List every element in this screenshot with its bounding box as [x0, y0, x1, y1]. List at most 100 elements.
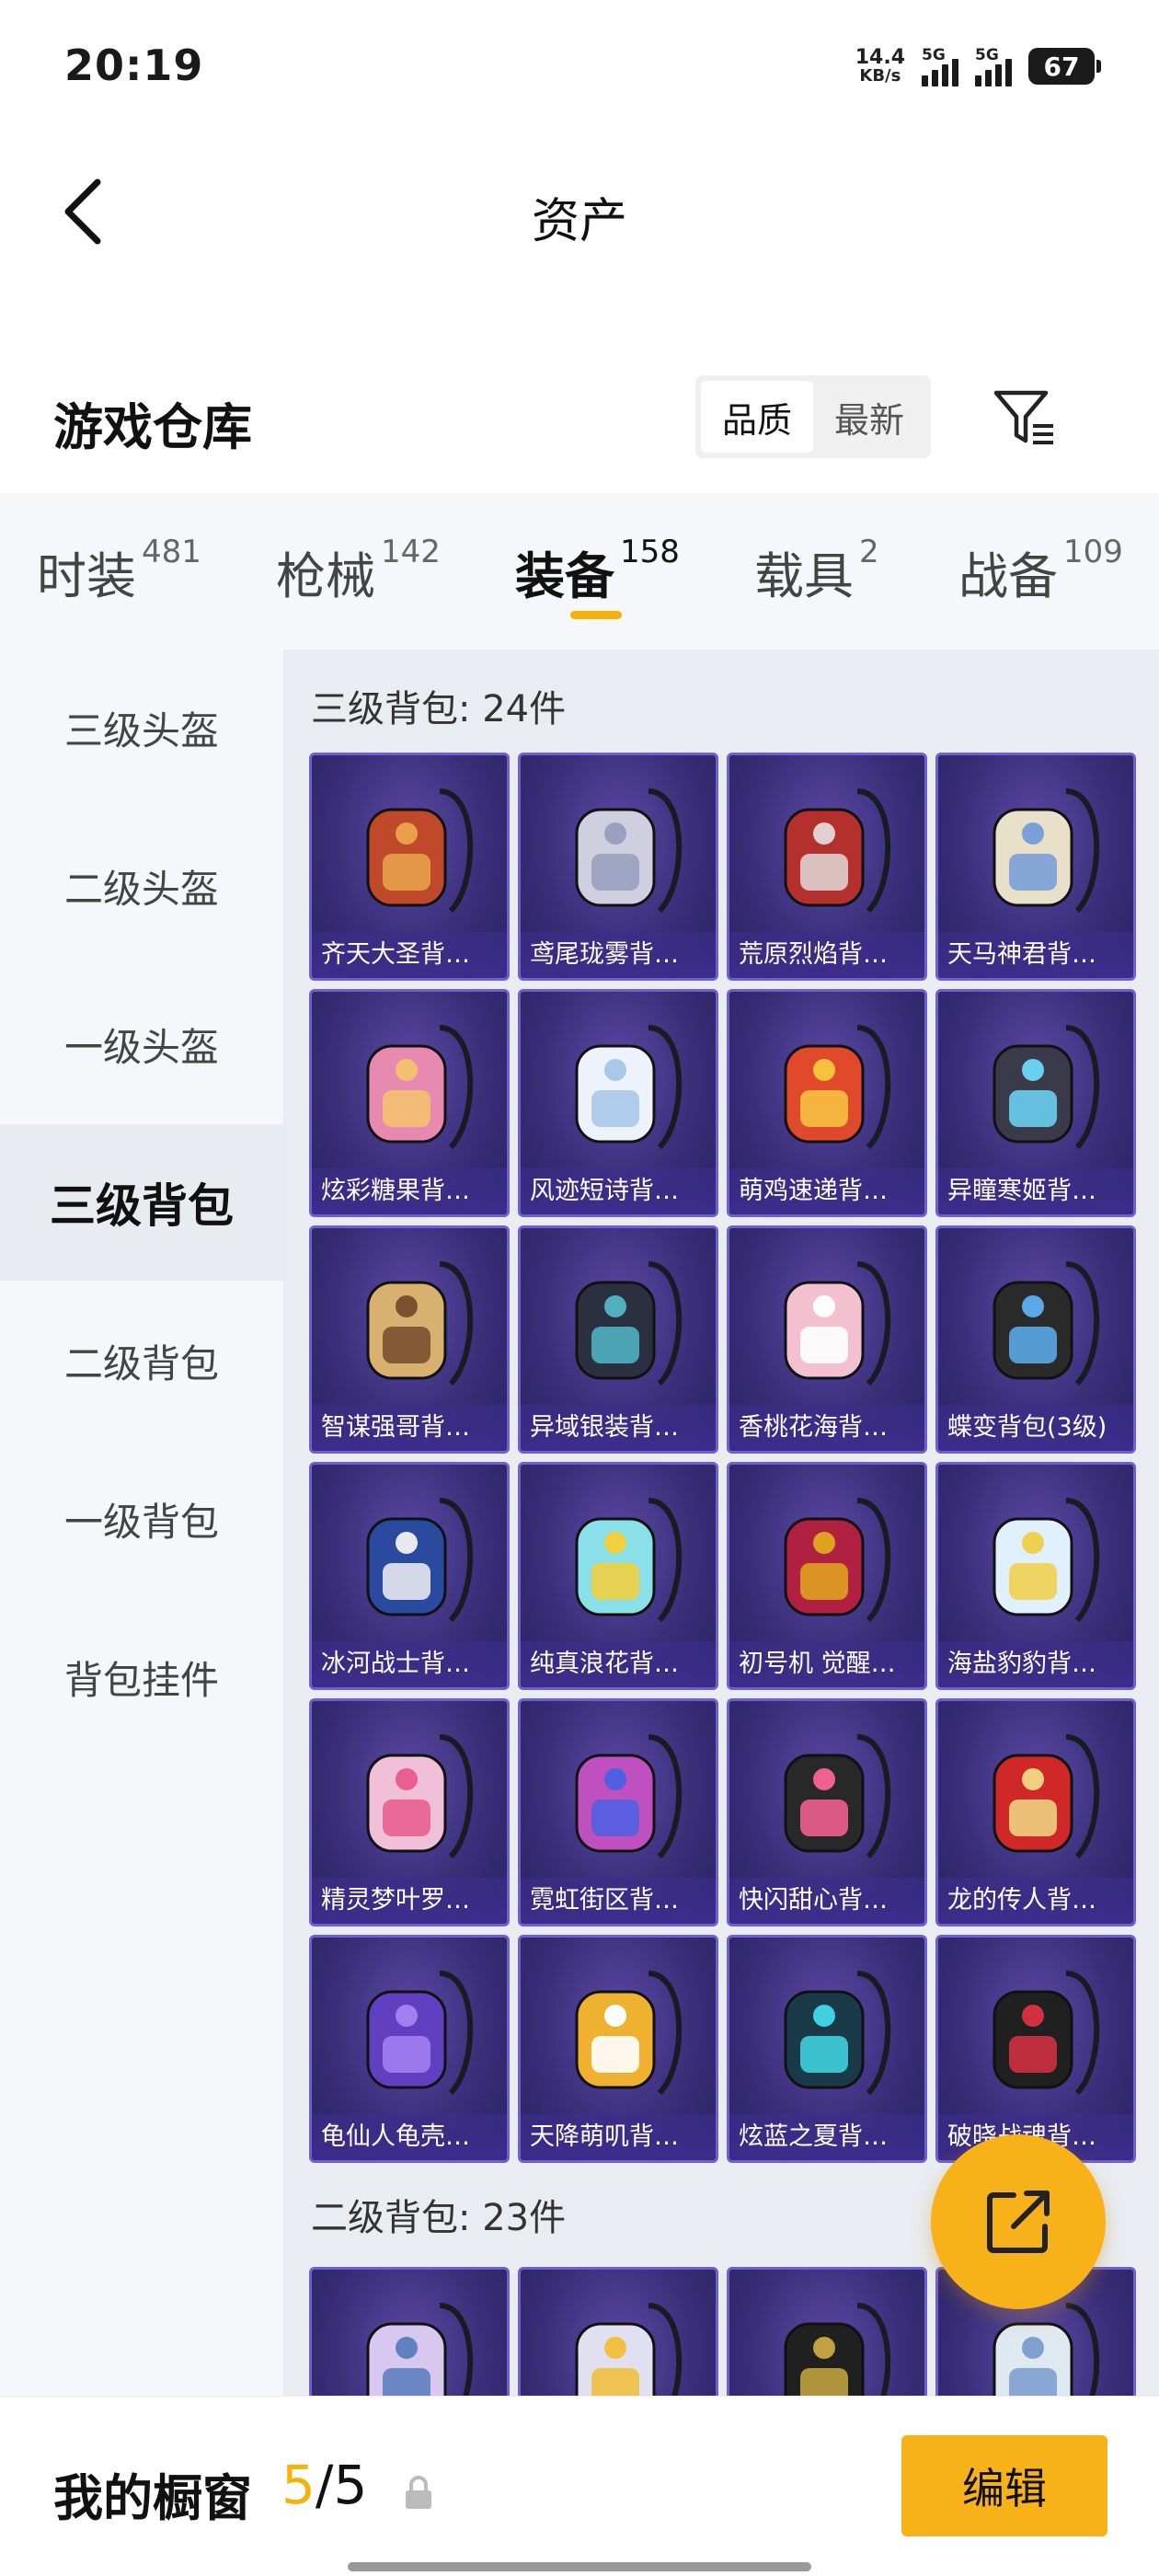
tab-firearms[interactable]: 枪械 142: [276, 534, 441, 608]
network-speed: 14.4 KB/s: [855, 48, 905, 85]
item-card[interactable]: 异瞳寒姬背…: [935, 989, 1136, 1217]
item-name: 纯真浪花背…: [521, 1641, 716, 1687]
item-card[interactable]: 鸢尾珑雾背…: [518, 753, 718, 981]
item-card[interactable]: 冰河战士背…: [309, 1462, 510, 1690]
status-indicators: 14.4 KB/s 5G 5G 67: [855, 46, 1101, 86]
filter-icon: [993, 390, 1053, 444]
item-image: [521, 1950, 716, 2116]
tab-label: 装备: [515, 547, 614, 605]
item-card[interactable]: 天马神君背…: [935, 753, 1136, 981]
showcase-total: 5: [333, 2454, 368, 2516]
item-image: [938, 768, 1133, 934]
status-time: 20:19: [64, 40, 204, 90]
item-image: [521, 1005, 716, 1170]
edit-button[interactable]: 编辑: [901, 2435, 1107, 2536]
page-title: 资产: [531, 194, 627, 249]
item-card[interactable]: [518, 2267, 718, 2398]
item-image: [729, 1714, 924, 1880]
item-name: 初号机 觉醒…: [729, 1641, 924, 1687]
app-header: 资产: [0, 156, 1159, 267]
item-name: 智谋强哥背…: [312, 1405, 507, 1451]
item-name: 炫彩糖果背…: [312, 1168, 507, 1214]
item-card[interactable]: [727, 2267, 927, 2398]
item-card[interactable]: 初号机 觉醒…: [727, 1462, 927, 1690]
item-card[interactable]: 海盐豹豹背…: [935, 1462, 1136, 1690]
sidebar-item-level1-helmet[interactable]: 一级头盔: [0, 966, 283, 1122]
item-image: [312, 1478, 507, 1643]
home-indicator: [348, 2562, 811, 2571]
item-card[interactable]: 天降萌叽背…: [518, 1935, 718, 2163]
item-card[interactable]: [309, 2267, 510, 2398]
item-card[interactable]: 精灵梦叶罗…: [309, 1698, 510, 1926]
sidebar-item-level3-backpack[interactable]: 三级背包: [0, 1124, 283, 1281]
tab-equipment[interactable]: 装备 158: [515, 534, 680, 608]
battery-level: 67: [1043, 51, 1080, 82]
dawn-spirit-backpack-icon: [993, 1971, 1100, 2096]
item-card[interactable]: 快闪甜心背…: [727, 1698, 927, 1926]
item-card[interactable]: 萌鸡速递背…: [727, 989, 927, 1217]
item-image: [521, 1478, 716, 1643]
item-card[interactable]: 破晓战魂背…: [935, 1935, 1136, 2163]
item-card[interactable]: 智谋强哥背…: [309, 1225, 510, 1454]
item-card[interactable]: 霓虹街区背…: [518, 1698, 718, 1926]
lock-icon: [406, 2476, 431, 2509]
sidebar-item-level2-backpack[interactable]: 二级背包: [0, 1282, 283, 1439]
item-card[interactable]: 风迹短诗背…: [518, 989, 718, 1217]
dark-helmet-backpack-icon: [784, 2303, 891, 2398]
sidebar-item-level1-backpack[interactable]: 一级背包: [0, 1441, 283, 1597]
item-card[interactable]: 香桃花海背…: [727, 1225, 927, 1454]
warehouse-title: 游戏仓库: [53, 398, 252, 456]
item-card[interactable]: 炫蓝之夏背…: [727, 1935, 927, 2163]
sort-option-quality[interactable]: 品质: [701, 381, 813, 453]
sidebar-item-backpack-pendant[interactable]: 背包挂件: [0, 1599, 283, 1755]
sea-lion-backpack-icon: [993, 1498, 1100, 1623]
share-button[interactable]: [931, 2134, 1106, 2309]
item-card[interactable]: 龙的传人背…: [935, 1698, 1136, 1926]
drink-cup-backpack-icon: [575, 1498, 683, 1623]
item-name: 异瞳寒姬背…: [938, 1168, 1133, 1214]
showcase-label: 我的橱窗: [53, 2469, 252, 2527]
wasteland-flame-backpack-icon: [784, 788, 891, 914]
item-card[interactable]: 荒原烈焰背…: [727, 753, 927, 981]
item-name: 萌鸡速递背…: [729, 1168, 924, 1214]
item-card[interactable]: 龟仙人龟壳…: [309, 1935, 510, 2163]
pegasus-scroll-backpack-icon: [993, 788, 1100, 914]
tab-label: 战备: [958, 547, 1058, 605]
glacier-warrior-backpack-icon: [366, 1498, 474, 1623]
item-image: [312, 1950, 507, 2116]
showcase-separator: /: [315, 2454, 334, 2516]
item-name: 荒原烈焰背…: [729, 932, 924, 978]
filter-button[interactable]: [988, 381, 1061, 454]
item-name: 快闪甜心背…: [729, 1878, 924, 1924]
item-name: 精灵梦叶罗…: [312, 1878, 507, 1924]
sidebar-item-level3-helmet[interactable]: 三级头盔: [0, 650, 283, 806]
item-name: 鸢尾珑雾背…: [521, 932, 716, 978]
item-image: [521, 768, 716, 934]
item-image: [312, 768, 507, 934]
scroll-backpack-icon: [366, 2303, 474, 2398]
item-image: [938, 1478, 1133, 1643]
item-card[interactable]: 齐天大圣背…: [309, 753, 510, 981]
item-image: [521, 1714, 716, 1880]
item-image: [729, 1478, 924, 1643]
item-name: 天降萌叽背…: [521, 2114, 716, 2160]
item-card[interactable]: 纯真浪花背…: [518, 1462, 718, 1690]
item-card[interactable]: 炫彩糖果背…: [309, 989, 510, 1217]
tab-combat-gear[interactable]: 战备 109: [958, 534, 1123, 608]
item-name: 龟仙人龟壳…: [312, 2114, 507, 2160]
sort-option-newest[interactable]: 最新: [813, 381, 925, 453]
heart-fairy-backpack-icon: [366, 1734, 474, 1859]
tab-vehicles[interactable]: 载具 2: [754, 534, 879, 608]
butterfly-backpack-icon: [993, 1261, 1100, 1386]
item-card[interactable]: 蝶变背包(3级): [935, 1225, 1136, 1454]
tab-fashion[interactable]: 时装 481: [37, 534, 201, 608]
sidebar-item-level2-helmet[interactable]: 二级头盔: [0, 808, 283, 964]
category-tabs: 时装 481 枪械 142 装备 158 载具 2 战备 109: [0, 493, 1159, 650]
item-card[interactable]: 异域银装背…: [518, 1225, 718, 1454]
item-image: [312, 1241, 507, 1407]
item-name: 天马神君背…: [938, 932, 1133, 978]
chick-backpack-icon: [784, 1025, 891, 1150]
item-name: 齐天大圣背…: [312, 932, 507, 978]
network-speed-value: 14.4: [855, 46, 905, 69]
item-name: 龙的传人背…: [938, 1878, 1133, 1924]
